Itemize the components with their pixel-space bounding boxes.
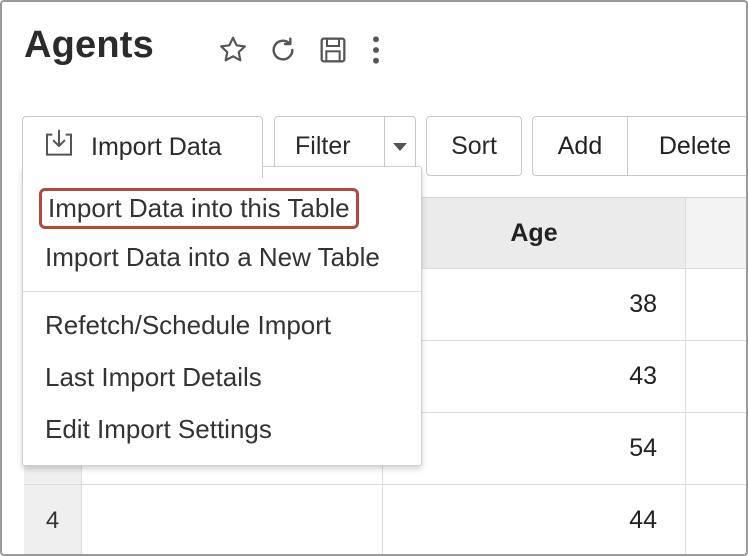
age-cell[interactable]: 43 — [383, 341, 686, 412]
extra-cell[interactable] — [686, 341, 746, 412]
menu-divider — [23, 291, 421, 292]
import-dropdown-menu: Import Data into this Table Import Data … — [22, 166, 422, 466]
import-data-button[interactable]: Import Data — [22, 116, 263, 178]
name-cell[interactable] — [82, 485, 383, 554]
extra-cell[interactable] — [686, 269, 746, 340]
page-title: Agents — [24, 24, 154, 66]
more-vertical-icon[interactable] — [366, 32, 386, 68]
title-actions — [216, 32, 402, 68]
sort-label: Sort — [451, 131, 497, 160]
app-window: Agents Import Data Filter Sort Add Delet… — [0, 0, 748, 556]
sort-button[interactable]: Sort — [426, 116, 522, 176]
age-cell[interactable]: 44 — [383, 485, 686, 554]
extra-cell[interactable] — [686, 413, 746, 484]
menu-item-edit-import-settings[interactable]: Edit Import Settings — [45, 414, 272, 445]
refresh-icon[interactable] — [266, 32, 300, 68]
import-icon — [43, 129, 75, 166]
header-extra-cell[interactable] — [686, 198, 746, 268]
row-index: 4 — [24, 485, 82, 554]
add-delete-group: Add Delete — [532, 116, 746, 176]
import-data-label: Import Data — [91, 133, 222, 161]
age-cell[interactable]: 38 — [383, 269, 686, 340]
table-row[interactable]: 4 44 — [24, 485, 746, 554]
header-age-cell[interactable]: Age — [383, 198, 686, 268]
menu-item-last-import-details[interactable]: Last Import Details — [45, 362, 262, 393]
menu-item-refetch-schedule-import[interactable]: Refetch/Schedule Import — [45, 310, 331, 341]
menu-item-import-into-new-table[interactable]: Import Data into a New Table — [45, 242, 380, 273]
save-icon[interactable] — [316, 32, 350, 68]
extra-cell[interactable] — [686, 485, 746, 554]
chevron-down-icon[interactable] — [393, 143, 407, 151]
delete-button[interactable]: Delete — [628, 117, 746, 175]
add-button[interactable]: Add — [533, 117, 627, 175]
age-cell[interactable]: 54 — [383, 413, 686, 484]
star-icon[interactable] — [216, 32, 250, 68]
menu-item-import-into-this-table[interactable]: Import Data into this Table — [39, 188, 359, 229]
filter-label: Filter — [295, 131, 351, 160]
